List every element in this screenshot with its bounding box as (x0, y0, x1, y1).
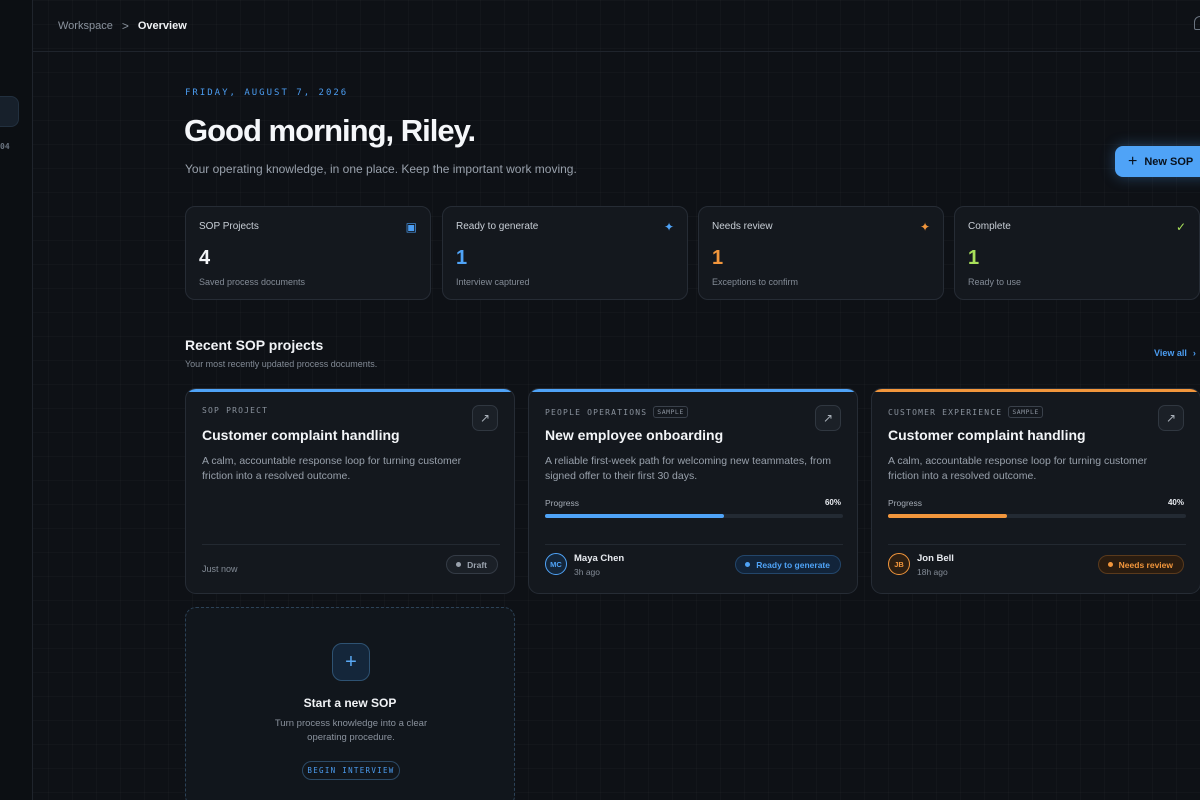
stat-card-complete[interactable]: Complete ✓ 1 Ready to use (954, 206, 1200, 300)
card-accent-stripe (529, 389, 857, 392)
stat-label: Ready to generate (456, 221, 539, 232)
progress-fill (545, 514, 724, 518)
sidebar: 04 (0, 0, 33, 800)
chevron-right-icon: › (1192, 348, 1196, 358)
progress-fill (888, 514, 1008, 518)
sample-tag: SAMPLE (653, 406, 688, 418)
sparkle-icon: ✦ (663, 220, 674, 234)
stat-card-sop-projects[interactable]: SOP Projects ▣ 4 Saved process documents (185, 206, 431, 300)
start-new-sop-description: Turn process knowledge into a clear oper… (274, 718, 428, 743)
card-title: Customer complaint handling (202, 427, 400, 443)
card-category-label: CUSTOMER EXPERIENCE (888, 407, 1003, 417)
progress-label: Progress (888, 498, 923, 508)
card-title: New employee onboarding (545, 427, 724, 443)
avatar: MC (545, 553, 567, 575)
view-all-label: View all (1154, 348, 1187, 358)
status-dot-icon (456, 562, 462, 567)
card-description: A reliable first-week path for welcoming… (545, 455, 831, 482)
section-title: Recent SOP projects (185, 337, 324, 353)
stat-caption: Ready to use (968, 277, 1022, 287)
status-dot-icon (1107, 562, 1113, 567)
card-description: A calm, accountable response loop for tu… (202, 455, 462, 482)
begin-interview-button[interactable]: BEGIN INTERVIEW (302, 761, 400, 780)
card-category: PEOPLE OPERATIONS SAMPLE (545, 406, 688, 418)
stat-label: Complete (968, 221, 1011, 232)
card-category: CUSTOMER EXPERIENCE SAMPLE (888, 406, 1043, 418)
stat-value: 1 (712, 247, 724, 269)
sop-card[interactable]: PEOPLE OPERATIONS SAMPLE ↗ New employee … (528, 388, 858, 594)
progress-track (888, 514, 1186, 518)
sample-tag: SAMPLE (1008, 406, 1043, 418)
sidebar-active-item[interactable] (0, 96, 19, 127)
card-category-label: SOP PROJECT (202, 406, 269, 415)
start-new-sop-title: Start a new SOP (303, 696, 397, 710)
avatar: JB (888, 553, 910, 575)
status-badge-label: Draft (467, 559, 487, 570)
plus-icon: + (1128, 152, 1138, 170)
stat-caption: Exceptions to confirm (712, 277, 799, 287)
stat-caption: Saved process documents (199, 277, 306, 287)
card-title: Customer complaint handling (888, 427, 1086, 443)
current-date: FRIDAY, AUGUST 7, 2026 (185, 88, 349, 98)
progress-track (545, 514, 843, 518)
card-divider (888, 544, 1186, 545)
sop-card[interactable]: SOP PROJECT ↗ Customer complaint handlin… (185, 388, 515, 594)
stat-value: 1 (968, 247, 980, 269)
bell-icon[interactable] (1194, 16, 1200, 30)
page-subtitle: Your operating knowledge, in one place. … (185, 162, 577, 176)
breadcrumb-chevron-icon: > (121, 18, 129, 33)
view-all-link[interactable]: View all › (1154, 348, 1196, 358)
stat-card-ready-to-generate[interactable]: Ready to generate ✦ 1 Interview captured (442, 206, 688, 300)
new-sop-button[interactable]: + New SOP (1115, 146, 1200, 177)
stat-caption: Interview captured (456, 277, 530, 287)
card-divider (202, 544, 500, 545)
stat-value: 4 (199, 247, 211, 269)
open-arrow-icon[interactable]: ↗ (472, 405, 498, 431)
progress-value: 40% (1167, 498, 1184, 507)
owner-name: Maya Chen (574, 553, 625, 564)
section-subtitle: Your most recently updated process docum… (185, 359, 378, 369)
open-arrow-icon[interactable]: ↗ (1158, 405, 1184, 431)
card-description: A calm, accountable response loop for tu… (888, 455, 1148, 482)
open-arrow-icon[interactable]: ↗ (815, 405, 841, 431)
start-new-sop-card[interactable]: + Start a new SOP Turn process knowledge… (185, 607, 515, 800)
card-category-label: PEOPLE OPERATIONS (545, 407, 648, 417)
stat-value: 1 (456, 247, 468, 269)
new-sop-button-label: New SOP (1144, 155, 1194, 168)
owner-time: 3h ago (574, 567, 600, 577)
progress-value: 60% (824, 498, 841, 507)
plus-icon[interactable]: + (332, 643, 370, 681)
page-title: Good morning, Riley. (184, 113, 476, 148)
folder-icon: ▣ (405, 220, 417, 234)
breadcrumb-current: Overview (137, 19, 187, 32)
breadcrumb-workspace[interactable]: Workspace (58, 20, 113, 32)
sop-card[interactable]: CUSTOMER EXPERIENCE SAMPLE ↗ Customer co… (871, 388, 1200, 594)
stat-card-needs-review[interactable]: Needs review ✦ 1 Exceptions to confirm (698, 206, 944, 300)
check-icon: ✓ (1175, 220, 1186, 234)
owner-name: Jon Bell (917, 553, 954, 564)
owner-time: 18h ago (917, 567, 948, 577)
status-dot-icon (745, 562, 751, 567)
progress-label: Progress (545, 498, 580, 508)
card-divider (545, 544, 843, 545)
card-accent-stripe (186, 389, 514, 392)
stat-label: SOP Projects (199, 221, 259, 232)
card-updated-time: Just now (202, 564, 238, 574)
card-accent-stripe (872, 389, 1200, 392)
sidebar-label: 04 (0, 142, 10, 151)
status-badge: Needs review (1097, 555, 1184, 574)
status-badge: Draft (446, 555, 498, 574)
status-badge-label: Needs review (1118, 559, 1173, 570)
card-category: SOP PROJECT (202, 406, 268, 415)
status-badge: Ready to generate (735, 555, 841, 574)
sparkle-icon: ✦ (919, 220, 930, 234)
stat-label: Needs review (712, 221, 773, 232)
topbar: Workspace > Overview (33, 0, 1200, 52)
status-badge-label: Ready to generate (756, 559, 830, 570)
